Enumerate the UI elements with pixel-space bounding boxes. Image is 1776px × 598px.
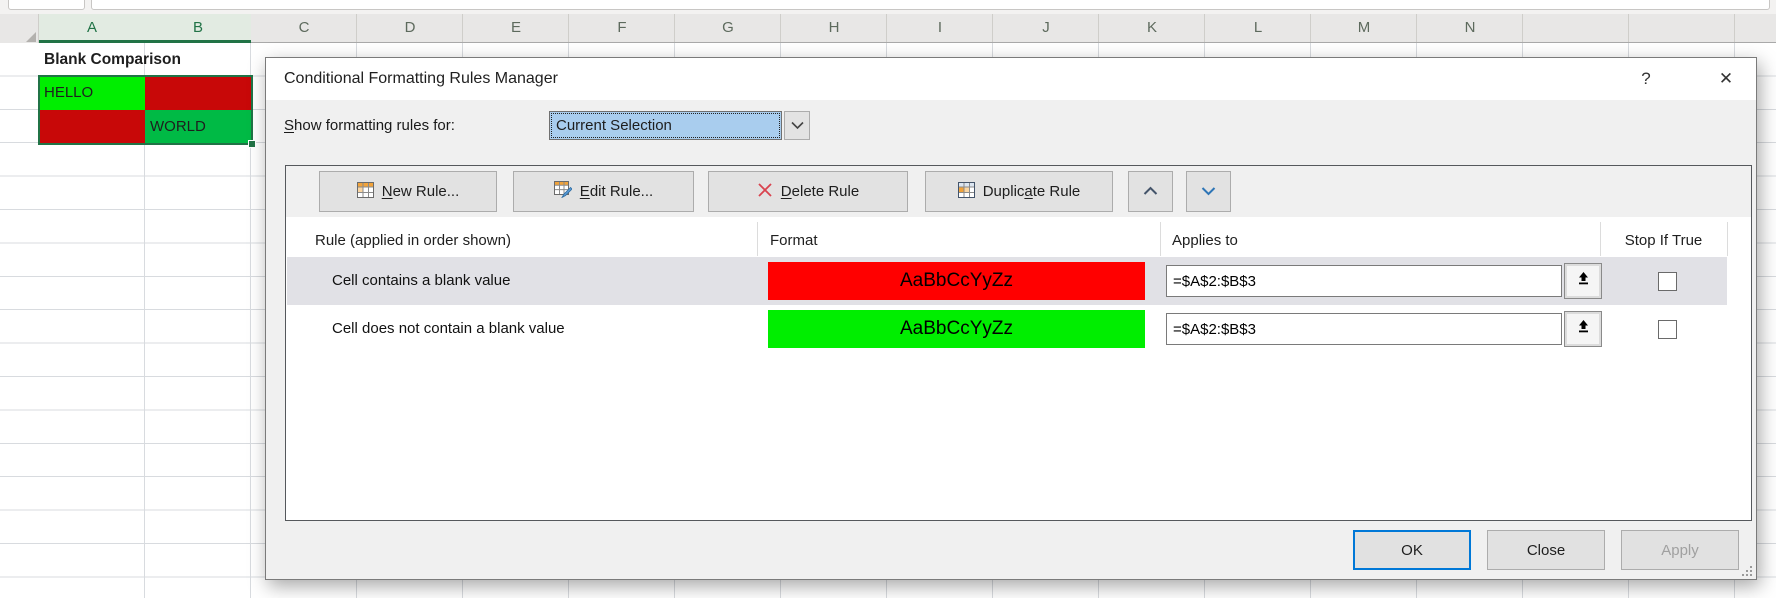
column-header-L[interactable]: L <box>1205 14 1311 43</box>
rule-description: Cell contains a blank value <box>332 257 510 305</box>
header-separator <box>1727 222 1728 256</box>
collapse-dialog-button[interactable] <box>1564 311 1602 347</box>
apply-button[interactable]: Apply <box>1621 530 1739 570</box>
column-header-B[interactable]: B <box>145 14 251 43</box>
duplicate-rule-label: Duplicate Rule <box>983 183 1081 200</box>
header-separator <box>1600 222 1601 256</box>
column-header-applies-to: Applies to <box>1172 226 1238 256</box>
cell-a1[interactable]: Blank Comparison <box>39 43 259 76</box>
format-preview-swatch: AaBbCcYyZz <box>768 310 1145 348</box>
dialog-titlebar[interactable]: Conditional Formatting Rules Manager ? ✕ <box>266 58 1756 100</box>
column-header-E[interactable]: E <box>463 14 569 43</box>
formula-bar-strip <box>0 0 1776 14</box>
stop-if-true-checkbox[interactable] <box>1658 320 1677 339</box>
chevron-up-icon <box>1143 183 1158 201</box>
name-box[interactable] <box>8 0 85 10</box>
collapse-dialog-button[interactable] <box>1564 263 1602 299</box>
applies-to-input[interactable] <box>1166 313 1562 345</box>
column-header-F[interactable]: F <box>569 14 675 43</box>
show-rules-label: Show formatting rules for: <box>284 111 455 140</box>
new-rule-table-icon <box>357 182 374 202</box>
rule-row-blank[interactable]: Cell contains a blank value AaBbCcYyZz <box>287 257 1727 305</box>
ok-button[interactable]: OK <box>1353 530 1471 570</box>
edit-rule-label: Edit Rule... <box>580 183 653 200</box>
rules-area: New Rule... Edit Rule... Delete Rule Dup… <box>285 165 1752 521</box>
column-header-N[interactable]: N <box>1417 14 1523 43</box>
rule-row-not-blank[interactable]: Cell does not contain a blank value AaBb… <box>287 305 1727 353</box>
help-icon[interactable]: ? <box>1624 58 1668 100</box>
column-header-M[interactable]: M <box>1311 14 1417 43</box>
select-all-triangle-icon <box>26 32 36 42</box>
column-header-A[interactable]: A <box>39 14 145 43</box>
move-rule-up-button[interactable] <box>1128 171 1173 212</box>
edit-rule-pencil-icon <box>554 181 572 202</box>
cf-rules-manager-dialog: Conditional Formatting Rules Manager ? ✕… <box>265 57 1757 580</box>
column-header-stop-if-true: Stop If True <box>1600 226 1727 256</box>
new-rule-button[interactable]: New Rule... <box>319 171 497 212</box>
column-header-I[interactable]: I <box>887 14 993 43</box>
formula-bar[interactable] <box>91 0 1770 10</box>
excel-window: ABCDEFGHIJKLMN 12345678910111213141516 B… <box>0 0 1776 598</box>
delete-rule-button[interactable]: Delete Rule <box>708 171 908 212</box>
delete-rule-x-icon <box>757 182 773 202</box>
column-header-C[interactable]: C <box>251 14 357 43</box>
header-separator <box>757 222 758 256</box>
column-header-rule: Rule (applied in order shown) <box>315 226 511 256</box>
column-header-H[interactable]: H <box>781 14 887 43</box>
duplicate-rule-table-icon <box>958 182 975 202</box>
resize-grip[interactable] <box>1741 564 1753 576</box>
applies-to-input[interactable] <box>1166 265 1562 297</box>
chevron-down-icon <box>791 117 804 135</box>
dialog-title: Conditional Formatting Rules Manager <box>284 58 558 100</box>
close-icon[interactable]: ✕ <box>1704 58 1748 100</box>
fill-handle[interactable] <box>248 140 256 148</box>
rule-description: Cell does not contain a blank value <box>332 305 565 353</box>
column-header-G[interactable]: G <box>675 14 781 43</box>
collapse-range-arrow-icon <box>1576 271 1591 291</box>
selection-border <box>38 75 253 145</box>
column-header-format: Format <box>770 226 818 256</box>
new-rule-label: New Rule... <box>382 183 460 200</box>
format-preview-swatch: AaBbCcYyZz <box>768 262 1145 300</box>
chevron-down-icon <box>1201 183 1216 201</box>
dropdown-button[interactable] <box>784 111 810 140</box>
collapse-range-arrow-icon <box>1576 319 1591 339</box>
show-rules-dropdown[interactable]: Current Selection <box>549 111 782 140</box>
column-header-K[interactable]: K <box>1099 14 1205 43</box>
column-header-D[interactable]: D <box>357 14 463 43</box>
stop-if-true-checkbox[interactable] <box>1658 272 1677 291</box>
edit-rule-button[interactable]: Edit Rule... <box>513 171 694 212</box>
move-rule-down-button[interactable] <box>1186 171 1231 212</box>
delete-rule-label: Delete Rule <box>781 183 859 200</box>
duplicate-rule-button[interactable]: Duplicate Rule <box>925 171 1113 212</box>
header-separator <box>1160 222 1161 256</box>
close-button[interactable]: Close <box>1487 530 1605 570</box>
column-header-J[interactable]: J <box>993 14 1099 43</box>
